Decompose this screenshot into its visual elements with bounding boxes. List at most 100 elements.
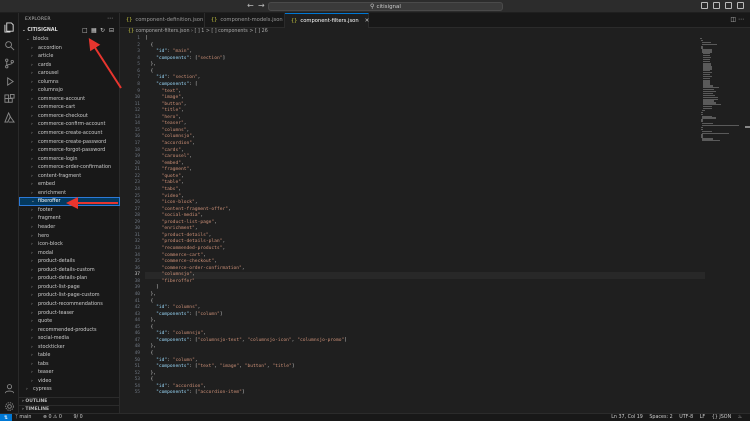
remote-indicator-icon[interactable]: ⇅ (0, 414, 12, 421)
code-line[interactable]: "components": ["accordion-item"] (145, 390, 705, 397)
split-editor-icon[interactable]: ◫ (730, 16, 736, 23)
sync-indicator[interactable]: 9/ 0 (73, 415, 82, 420)
tree-folder-product-details[interactable]: › product-details (19, 257, 120, 266)
more-actions-icon[interactable]: ⋯ (738, 16, 744, 23)
tree-folder-commerce-account[interactable]: › commerce-account (19, 95, 120, 104)
tree-folder-commerce-confirm-account[interactable]: › commerce-confirm-account (19, 120, 120, 129)
tree-folder-recommended-products[interactable]: › recommended-products (19, 326, 120, 335)
tree-folder-stockticker[interactable]: › stockticker (19, 343, 120, 352)
cursor-position[interactable]: Ln 37, Col 19 (611, 415, 643, 420)
code-content[interactable]: [ { "id": "main", "components": ["sectio… (145, 36, 705, 397)
new-file-icon[interactable]: □ (82, 28, 88, 34)
tab-component-definition[interactable]: {} component-definition.json (120, 13, 205, 28)
tree-folder-blocks[interactable]: ⌄ blocks (19, 35, 120, 44)
timeline-section[interactable]: › TIMELINE (19, 405, 120, 413)
tree-folder-product-recommendations[interactable]: › product-recommendations (19, 300, 120, 309)
tree-folder-product-teaser[interactable]: › product-teaser (19, 309, 120, 318)
tree-folder-commerce-order-confirmation[interactable]: › commerce-order-confirmation (19, 163, 120, 172)
tree-item-label: columns (38, 78, 59, 85)
command-center-search[interactable]: ⚲ citisignal (268, 2, 503, 11)
toggle-secondary-sidebar-icon[interactable] (725, 2, 732, 9)
tree-item-label: cypress (33, 386, 52, 393)
branch-indicator[interactable]: ᛉ main (15, 415, 36, 420)
tree-folder-article[interactable]: › article (19, 52, 120, 61)
tree-folder-content-fragment[interactable]: › content-fragment (19, 172, 120, 181)
accounts-icon[interactable] (4, 379, 15, 394)
tree-folder-modal[interactable]: › modal (19, 249, 120, 258)
tree-folder-video[interactable]: › video (19, 377, 120, 386)
collapse-folders-icon[interactable]: ⊟ (109, 28, 115, 34)
tree-item-label: footer (38, 206, 53, 213)
more-actions-icon[interactable]: ⋯ (107, 15, 113, 22)
tab-component-filters[interactable]: {} component-filters.json ✕ (285, 13, 369, 28)
azure-icon[interactable] (4, 108, 15, 123)
refresh-explorer-icon[interactable]: ↻ (100, 28, 106, 34)
tree-item-label: fragment (38, 215, 61, 222)
tree-folder-product-details-custom[interactable]: › product-details-custom (19, 266, 120, 275)
tree-folder-quote[interactable]: › quote (19, 317, 120, 326)
tree-folder-product-list-page[interactable]: › product-list-page (19, 283, 120, 292)
tree-folder-header[interactable]: › header (19, 223, 120, 232)
notifications-bell-icon[interactable]: ♨ (738, 415, 742, 420)
tree-folder-columnsjo[interactable]: › columnsjo (19, 86, 120, 95)
workspace-root-label: CITISIGNAL (27, 28, 58, 33)
manage-gear-icon[interactable] (4, 397, 15, 411)
forward-arrow-icon[interactable]: → (258, 1, 265, 11)
problems-indicator[interactable]: ⊗ 0 ⚠ 0 (43, 415, 67, 420)
tree-folder-commerce-forgot-password[interactable]: › commerce-forgot-password (19, 146, 120, 155)
status-bar: ⇅ ᛉ main ⊗ 0 ⚠ 0 9/ 0 Ln 37, Col 19 Spac… (0, 413, 750, 421)
tree-folder-social-media[interactable]: › social-media (19, 334, 120, 343)
tree-item-label: stockticker (38, 343, 65, 350)
tree-folder-accordion[interactable]: › accordion (19, 44, 120, 53)
tree-folder-product-list-page-custom[interactable]: › product-list-page-custom (19, 291, 120, 300)
tab-component-models[interactable]: {} component-models.json (205, 13, 285, 28)
tree-folder-footer[interactable]: › footer (19, 206, 120, 215)
tree-folder-commerce-cart[interactable]: › commerce-cart (19, 103, 120, 112)
tree-folder-commerce-create-account[interactable]: › commerce-create-account (19, 129, 120, 138)
toggle-panel-icon[interactable] (713, 2, 720, 9)
tree-item-label: social-media (38, 335, 69, 342)
tree-folder-commerce-checkout[interactable]: › commerce-checkout (19, 112, 120, 121)
tree-folder-table[interactable]: › table (19, 351, 120, 360)
tree-folder-tabs[interactable]: › tabs (19, 360, 120, 369)
extensions-icon[interactable] (4, 90, 15, 103)
tree-folder-columns[interactable]: › columns (19, 78, 120, 87)
minimap-line (702, 43, 717, 45)
tree-folder-hero[interactable]: › hero (19, 232, 120, 241)
tree-folder-enrichment[interactable]: › enrichment (19, 189, 120, 198)
tree-folder-product-details-plan[interactable]: › product-details-plan (19, 274, 120, 283)
tree-item-label: fiberoffer (38, 198, 61, 205)
tree-item-label: commerce-order-confirmation (38, 164, 112, 171)
tree-item-label: icon-block (38, 241, 63, 248)
end-of-line[interactable]: LF (700, 415, 705, 420)
encoding[interactable]: UTF-8 (679, 415, 693, 420)
minimap[interactable] (700, 38, 740, 142)
toggle-primary-sidebar-icon[interactable] (701, 2, 708, 9)
explorer-icon[interactable] (4, 18, 15, 33)
tree-folder-commerce-login[interactable]: › commerce-login (19, 155, 120, 164)
tree-folder-teaser[interactable]: › teaser (19, 368, 120, 377)
file-tree: ⌄ blocks › accordion › article › cards › carousel… (19, 35, 120, 394)
language-mode[interactable]: {} JSON (712, 415, 731, 420)
layout-controls (701, 2, 744, 9)
tree-folder-embed[interactable]: › embed (19, 180, 120, 189)
tree-item-label: commerce-forgot-password (38, 147, 106, 154)
tree-folder-fragment[interactable]: › fragment (19, 214, 120, 223)
tree-folder-commerce-create-password[interactable]: › commerce-create-password (19, 138, 120, 147)
breadcrumb[interactable]: {} component-filters.json › [ ] 1 > [ ] … (120, 28, 750, 36)
indentation[interactable]: Spaces: 2 (649, 415, 672, 420)
source-control-icon[interactable] (4, 54, 15, 69)
back-arrow-icon[interactable]: ← (247, 1, 254, 11)
tree-folder-carousel[interactable]: › carousel (19, 69, 120, 78)
tree-folder-fiberoffer[interactable]: ⌄ fiberoffer (19, 197, 120, 206)
tree-folder-cards[interactable]: › cards (19, 61, 120, 70)
customize-layout-icon[interactable] (737, 2, 744, 9)
run-debug-icon[interactable] (4, 72, 15, 87)
search-view-icon[interactable] (4, 36, 15, 51)
code-editor[interactable]: 1 2 3 4 5 6 7 8 9 10 11 12 13 14 15 16 17 18 19 20 21 22 23 24 2… (120, 36, 750, 413)
outline-section[interactable]: › OUTLINE (19, 397, 120, 405)
tree-folder-cypress[interactable]: › cypress (19, 385, 120, 394)
new-folder-icon[interactable]: ▦ (91, 28, 97, 34)
tree-folder-icon-block[interactable]: › icon-block (19, 240, 120, 249)
close-tab-icon[interactable]: ✕ (365, 18, 370, 24)
